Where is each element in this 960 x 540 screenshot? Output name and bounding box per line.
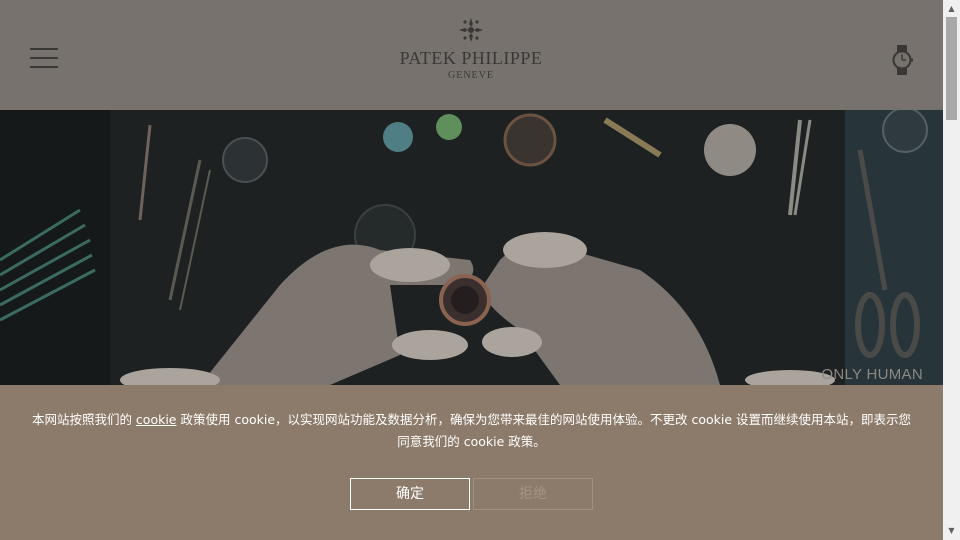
- site-header: PATEK PHILIPPE GENEVE: [0, 0, 943, 110]
- cookie-consent-banner: 本网站按照我们的 cookie 政策使用 cookie，以实现网站功能及数据分析…: [0, 385, 943, 540]
- page-scrollbar[interactable]: ▲ ▼: [943, 0, 960, 540]
- cookie-text-end: 政策使用 cookie，以实现网站功能及数据分析，确保为您带来最佳的网站使用体验…: [176, 412, 912, 449]
- hero-video[interactable]: ONLY HUMAN: [0, 110, 943, 385]
- scroll-up-arrow-icon[interactable]: ▲: [943, 2, 960, 16]
- brand-logo[interactable]: PATEK PHILIPPE GENEVE: [395, 16, 547, 81]
- watch-icon[interactable]: [890, 45, 914, 75]
- scroll-down-arrow-icon[interactable]: ▼: [943, 524, 960, 538]
- scrollbar-thumb[interactable]: [946, 17, 957, 120]
- watchmaker-scene-image: [0, 110, 943, 385]
- cookie-notice-text: 本网站按照我们的 cookie 政策使用 cookie，以实现网站功能及数据分析…: [30, 409, 913, 453]
- calatrava-cross-icon: [459, 18, 483, 42]
- cookie-policy-link[interactable]: cookie: [136, 412, 177, 427]
- brand-city: GENEVE: [448, 70, 494, 81]
- accept-cookies-button[interactable]: 确定: [350, 478, 470, 510]
- hamburger-menu-icon[interactable]: [30, 48, 58, 70]
- hero-caption: ONLY HUMAN: [821, 366, 923, 383]
- brand-name: PATEK PHILIPPE: [399, 48, 543, 68]
- cookie-text-start: 本网站按照我们的: [31, 412, 136, 427]
- reject-cookies-button[interactable]: 拒绝: [473, 478, 593, 510]
